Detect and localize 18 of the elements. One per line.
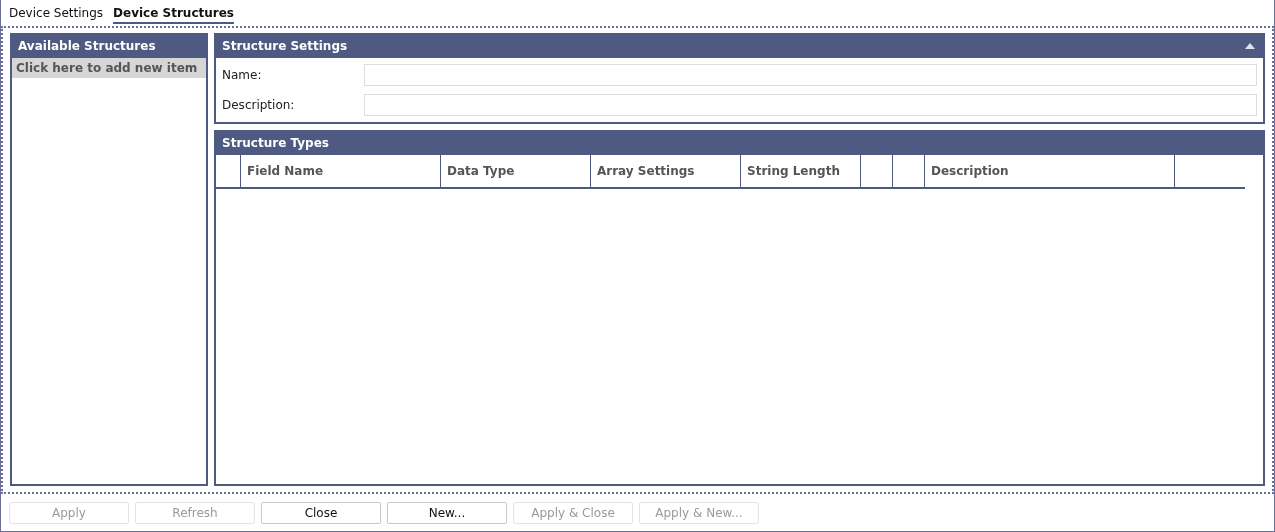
tab[interactable]: Device Settings xyxy=(9,6,104,24)
field-label: Description: xyxy=(222,98,296,112)
panel-title: Structure Settings xyxy=(222,38,348,53)
action-button[interactable]: Close xyxy=(261,501,381,524)
column-header[interactable]: String Length xyxy=(741,155,861,187)
column-header[interactable]: Data Type xyxy=(441,155,591,187)
add-item-row[interactable]: Click here to add new item xyxy=(12,58,206,78)
collapse-icon[interactable] xyxy=(1245,42,1255,49)
action-button[interactable]: New... xyxy=(387,501,507,524)
field-label: Name: xyxy=(222,68,263,82)
column-header[interactable]: Field Name xyxy=(241,155,441,187)
panel-title: Structure Types xyxy=(222,135,329,150)
tab[interactable]: Device Structures xyxy=(113,6,234,24)
panel-title: Available Structures xyxy=(18,38,156,53)
column-header[interactable]: Description xyxy=(925,155,1175,187)
input-field[interactable] xyxy=(364,64,1257,86)
column-header[interactable]: Array Settings xyxy=(591,155,741,187)
input-field[interactable] xyxy=(364,94,1257,116)
